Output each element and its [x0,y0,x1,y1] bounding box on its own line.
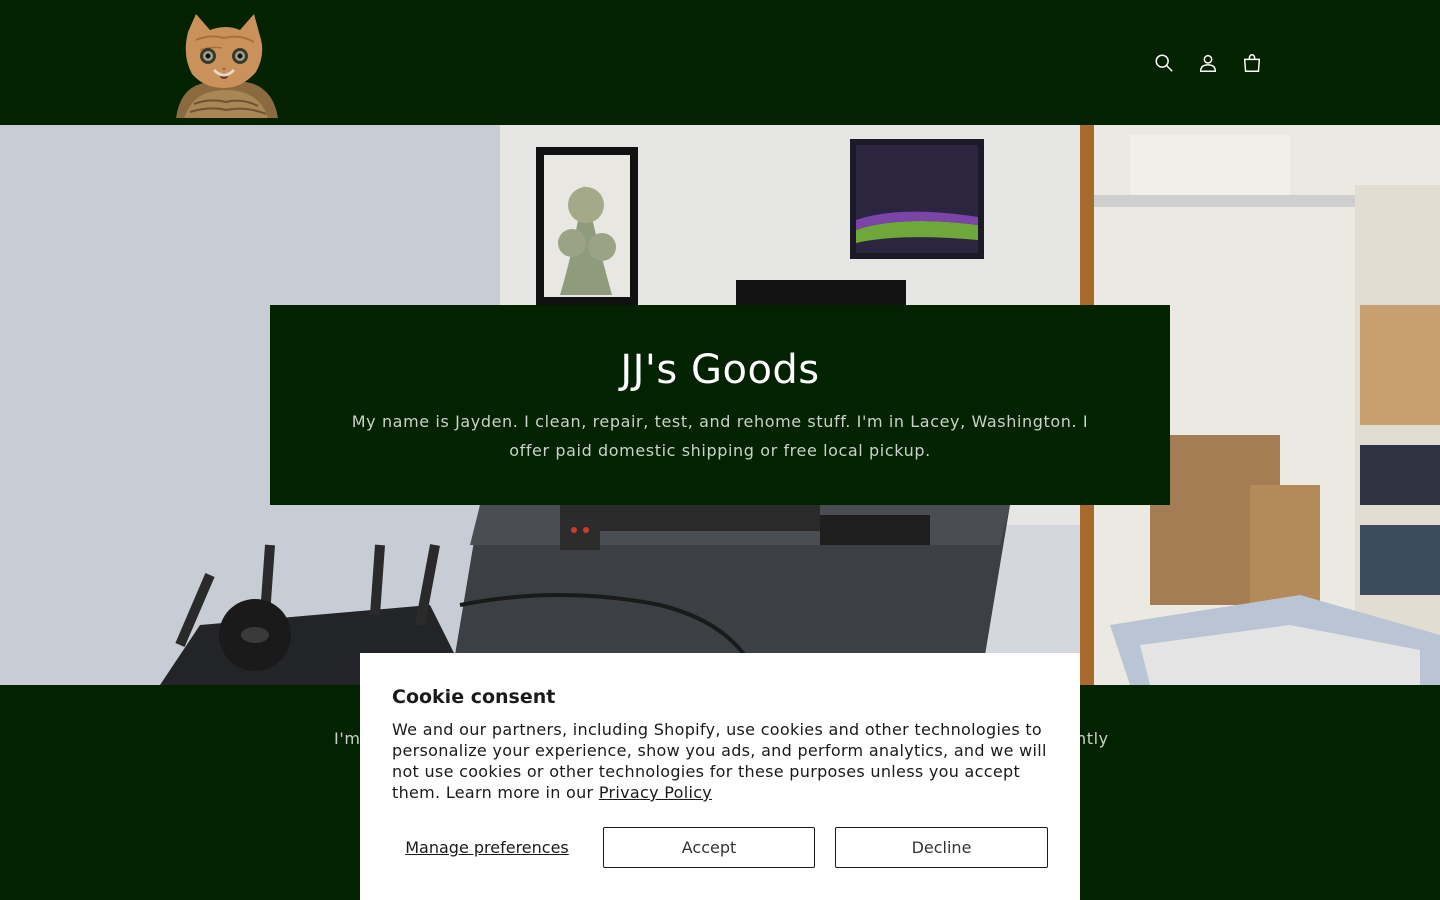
search-icon[interactable] [1142,41,1186,85]
decline-button[interactable]: Decline [835,827,1048,868]
accept-button[interactable]: Accept [603,827,815,868]
cookie-body: We and our partners, including Shopify, … [392,719,1057,803]
header-icons [1142,41,1274,85]
privacy-policy-link[interactable]: Privacy Policy [599,783,712,802]
hero-description: My name is Jayden. I clean, repair, test… [351,412,1089,460]
hero-banner: JJ's Goods My name is Jayden. I clean, r… [0,125,1440,685]
account-icon[interactable] [1186,41,1230,85]
hero-text-box: JJ's Goods My name is Jayden. I clean, r… [270,305,1170,505]
cookie-body-text: We and our partners, including Shopify, … [392,720,1047,802]
hero-title: JJ's Goods [620,347,820,393]
site-header [0,0,1440,125]
cart-icon[interactable] [1230,41,1274,85]
section-text-fragment-left: I'm [334,729,361,748]
cat-logo-image [176,14,278,118]
section-text-fragment-right: ntly [1076,729,1109,748]
manage-preferences-button[interactable]: Manage preferences [392,827,582,868]
cookie-title: Cookie consent [392,686,556,708]
cookie-consent-banner: Cookie consent We and our partners, incl… [360,653,1080,900]
store-logo[interactable] [170,10,282,120]
